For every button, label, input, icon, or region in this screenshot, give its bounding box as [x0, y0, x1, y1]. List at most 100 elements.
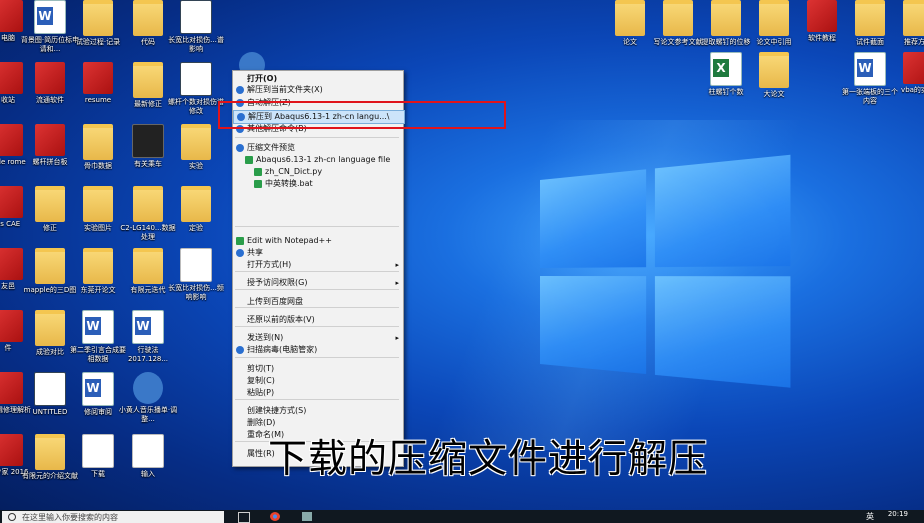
context-menu-item[interactable]: 复制(C) — [233, 375, 403, 387]
file-icon — [82, 434, 114, 468]
context-menu-item[interactable]: 解压到当前文件夹(X) — [233, 84, 403, 96]
document-icon — [132, 124, 164, 158]
folder-icon — [133, 248, 163, 284]
input-language[interactable]: 英 — [866, 511, 874, 522]
desktop-icon[interactable]: 长宽比对损伤...谱影响 — [166, 0, 226, 54]
context-menu-item[interactable]: 粘贴(P) — [233, 387, 403, 399]
folder-icon — [759, 52, 789, 88]
menu-item-label: Abaqus6.13-1 zh-cn language file — [256, 155, 391, 164]
desktop-icon[interactable]: 行驶法 2017.128... — [118, 310, 178, 364]
desktop-icon[interactable]: 推荐方程 — [888, 0, 924, 47]
context-menu-item[interactable]: 压缩文件预览 — [233, 142, 403, 154]
desktop-icon[interactable]: vba的实现 — [888, 52, 924, 95]
context-menu-item[interactable]: Abaqus6.13-1 zh-cn language file — [233, 154, 403, 166]
folder-icon — [181, 124, 211, 160]
desktop-icon-label: 螺杆个数对损伤谱修改 — [168, 98, 224, 115]
context-menu-item[interactable]: 还原以前的版本(V) — [233, 314, 403, 326]
menu-item-label: 授予访问权限(G) — [247, 278, 308, 287]
taskbar-search[interactable]: 在这里输入你要搜索的内容 — [2, 511, 224, 523]
desktop-icon-label: 长宽比对损伤...谱影响 — [168, 36, 224, 53]
folder-icon — [245, 156, 253, 164]
folder-icon — [133, 0, 163, 36]
highlight-annotation-box — [218, 101, 506, 129]
desktop-icon-label: vba的实现 — [901, 86, 924, 94]
menu-item-label: zh_CN_Dict.py — [265, 167, 323, 176]
menu-item-label: 打开方式(H) — [247, 260, 292, 269]
zip-icon — [236, 144, 244, 152]
context-menu-item[interactable]: Edit with Notepad++ — [233, 235, 403, 247]
menu-item-label: 共享 — [247, 248, 263, 257]
context-menu-item[interactable]: 发送到(N) ▸ — [233, 332, 403, 344]
menu-item-label: 复制(C) — [247, 376, 275, 385]
excel-icon — [710, 52, 742, 86]
menu-item-label: 创建快捷方式(S) — [247, 406, 307, 415]
folder-icon — [83, 0, 113, 36]
taskbar: 在这里输入你要搜索的内容 英 20:19 — [0, 510, 924, 523]
video-caption: 下载的压缩文件进行解压 — [268, 437, 709, 482]
chrome-icon[interactable] — [270, 512, 280, 521]
desktop-icon-label: 定验 — [189, 224, 203, 232]
desktop-icon-label: 小黄人音乐播单·调整... — [118, 406, 178, 423]
share-icon — [236, 249, 244, 257]
chart-file-icon — [34, 372, 66, 406]
zip-icon — [236, 86, 244, 94]
context-menu-item[interactable]: 扫描病毒(电脑管家) — [233, 344, 403, 356]
app-icon — [83, 62, 113, 94]
file-icon — [132, 434, 164, 468]
desktop-icon[interactable]: 长宽比对损伤...频响影响 — [166, 248, 226, 302]
folder-icon — [711, 0, 741, 36]
menu-item-label: 上传到百度网盘 — [247, 297, 303, 306]
app-taskbar-icon[interactable] — [302, 512, 312, 521]
media-icon — [133, 372, 163, 404]
folder-icon — [903, 0, 924, 36]
desktop-icon[interactable]: 输入 — [118, 434, 178, 479]
folder-icon — [133, 62, 163, 98]
context-menu-item[interactable]: zh_CN_Dict.py — [233, 166, 403, 178]
context-menu-item[interactable]: 共享 — [233, 247, 403, 259]
context-menu-item[interactable]: 打开方式(H) ▸ — [233, 259, 403, 271]
folder-icon — [181, 186, 211, 222]
chart-file-icon — [180, 62, 212, 96]
app-icon — [35, 124, 65, 156]
desktop-icon[interactable]: 定验 — [166, 186, 226, 233]
folder-icon — [35, 434, 65, 470]
app-icon — [35, 62, 65, 94]
context-menu-item[interactable]: 上传到百度网盘 — [233, 296, 403, 308]
desktop-icon-label: 长宽比对损伤...频响影响 — [168, 284, 224, 301]
desktop-icon-label: 输入 — [141, 470, 155, 478]
word-doc-icon — [34, 0, 66, 34]
folder-icon — [83, 124, 113, 160]
folder-icon — [759, 0, 789, 36]
word-doc-icon — [854, 52, 886, 86]
context-menu-item[interactable]: 创建快捷方式(S) — [233, 405, 403, 417]
word-doc-icon — [132, 310, 164, 344]
context-menu-item[interactable]: 剪切(T) — [233, 363, 403, 375]
desktop-icon-label: 推荐方程 — [904, 38, 924, 46]
context-menu-item[interactable]: 中英转换.bat — [233, 178, 403, 190]
bat-icon — [254, 180, 262, 188]
menu-separator — [235, 289, 399, 290]
chevron-right-icon: ▸ — [395, 261, 399, 269]
windows-logo-wallpaper — [540, 154, 799, 396]
desktop-icon[interactable]: 实验 — [166, 124, 226, 171]
menu-separator — [235, 326, 399, 327]
desktop-icon-label: 实验 — [189, 162, 203, 170]
folder-icon — [855, 0, 885, 36]
context-menu-item[interactable]: 授予访问权限(G) ▸ — [233, 277, 403, 289]
folder-icon — [615, 0, 645, 36]
desktop-icon[interactable]: 小黄人音乐播单·调整... — [118, 372, 178, 424]
context-menu: 打开(O) 解压到当前文件夹(X) 自动解压(Z) 解压到 Abaqus6.13-1 … — [232, 70, 405, 467]
task-view-icon[interactable] — [238, 512, 250, 523]
word-doc-icon — [82, 372, 114, 406]
notepad-icon — [236, 237, 244, 245]
menu-item-label: 扫描病毒(电脑管家) — [247, 345, 318, 354]
menu-separator — [235, 357, 399, 358]
chevron-right-icon: ▸ — [395, 334, 399, 342]
clock[interactable]: 20:19 — [888, 510, 908, 518]
menu-item-label: 压缩文件预览 — [247, 143, 295, 152]
menu-item-label: 解压到当前文件夹(X) — [247, 85, 323, 94]
desktop-icon[interactable]: 螺杆个数对损伤谱修改 — [166, 62, 226, 116]
desktop-icon[interactable]: 大论文 — [744, 52, 804, 99]
file-icon — [180, 248, 212, 282]
chart-file-icon — [180, 0, 212, 34]
